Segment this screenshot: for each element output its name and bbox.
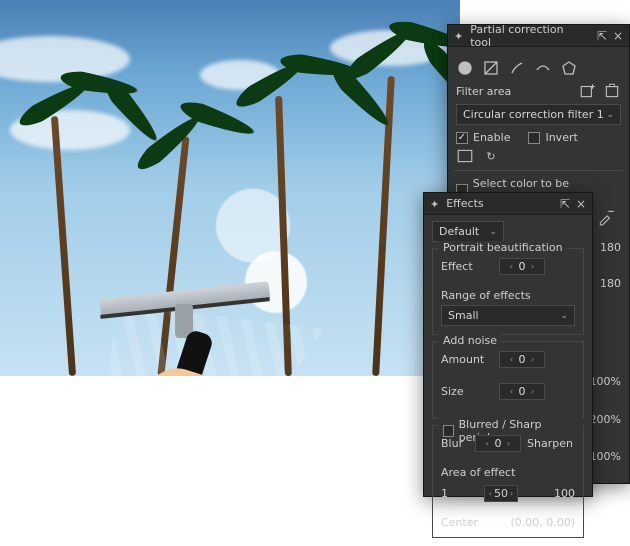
filter-area-label: Filter area — [456, 85, 511, 98]
slider-size[interactable]: Size ‹0› — [441, 380, 575, 402]
close-icon[interactable]: × — [576, 198, 586, 210]
pin-icon[interactable]: ⇱ — [560, 198, 570, 210]
shape-gradient-icon[interactable] — [482, 59, 500, 77]
rect-mask-icon[interactable] — [456, 148, 474, 164]
center-label: Center — [441, 516, 478, 529]
slider-blur-sharpen[interactable]: Blur ‹0› Sharpen — [441, 432, 575, 454]
area-of-effect-label: Area of effect — [441, 466, 575, 479]
chevron-down-icon: ⌄ — [560, 311, 568, 321]
shape-polygon-icon[interactable] — [560, 59, 578, 77]
reload-icon[interactable]: ↻ — [482, 148, 500, 164]
pin-icon[interactable]: ⇱ — [597, 30, 607, 42]
panel-title-bar[interactable]: Partial correction tool ⇱ × — [448, 25, 629, 47]
close-icon[interactable]: × — [613, 30, 623, 42]
mask-shape-row — [456, 59, 621, 77]
range-dropdown[interactable]: Small ⌄ — [441, 305, 575, 326]
shape-curve-icon[interactable] — [534, 59, 552, 77]
wand-icon — [454, 30, 464, 42]
preset-dropdown[interactable]: Default ⌄ — [432, 221, 504, 242]
shape-brush-icon[interactable] — [508, 59, 526, 77]
enable-checkbox[interactable]: ✓Enable — [456, 131, 510, 144]
side-value: 180 — [600, 277, 621, 290]
slider-area-of-effect[interactable]: 1 ‹50› 100 — [441, 485, 575, 502]
panel-effects: Effects ⇱ × Default ⌄ Portrait beautific… — [423, 192, 593, 497]
group-periphery: Blurred / Sharp periphery Blur ‹0› Sharp… — [432, 425, 584, 538]
chevron-down-icon: ⌄ — [489, 227, 497, 237]
panel-title-text: Partial correction tool — [470, 23, 585, 49]
new-filter-icon[interactable] — [579, 83, 597, 99]
panel-title-bar[interactable]: Effects ⇱ × — [424, 193, 592, 215]
range-label: Range of effects — [441, 289, 575, 302]
group-portrait: Portrait beautification Effect ‹0› Range… — [432, 248, 584, 335]
center-value: (0.00, 0.00) — [510, 516, 575, 529]
side-value: 180 — [600, 241, 621, 254]
filter-area-dropdown[interactable]: Circular correction filter 1 ⌄ — [456, 104, 621, 125]
squeegee-graphic — [60, 260, 290, 376]
chevron-down-icon: ⌄ — [606, 110, 614, 120]
group-add-noise: Add noise Amount ‹0› Size ‹0› — [432, 341, 584, 419]
side-value: 100% — [590, 375, 621, 388]
preset-value: Default — [439, 225, 479, 238]
slider-effect[interactable]: Effect ‹0› — [441, 255, 575, 277]
wand-icon — [430, 198, 440, 210]
canvas-photo — [0, 0, 460, 376]
filter-area-value: Circular correction filter 1 — [463, 108, 604, 121]
side-value: 200% — [590, 413, 621, 426]
shape-circle-icon[interactable] — [456, 59, 474, 77]
eyedropper-minus-icon[interactable] — [597, 209, 615, 225]
side-value: 100% — [590, 450, 621, 463]
panel-title-text: Effects — [446, 197, 483, 210]
invert-checkbox[interactable]: Invert — [528, 131, 577, 144]
slider-amount[interactable]: Amount ‹0› — [441, 348, 575, 370]
delete-filter-icon[interactable] — [603, 83, 621, 99]
